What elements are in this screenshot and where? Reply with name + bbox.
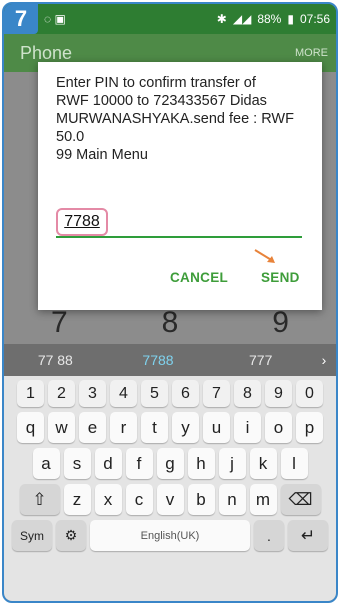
key-p[interactable]: p	[296, 412, 323, 443]
shift-icon[interactable]: ⇧	[19, 484, 60, 515]
key-8[interactable]: 8	[234, 380, 261, 407]
key-1[interactable]: 1	[17, 380, 44, 407]
key-7[interactable]: 7	[203, 380, 230, 407]
cancel-button[interactable]: CANCEL	[170, 270, 228, 285]
key-z[interactable]: z	[63, 484, 91, 515]
enter-icon[interactable]: ↵	[288, 520, 328, 551]
sym-key[interactable]: Sym	[12, 520, 52, 551]
letter-row-1: q w e r t y u i o p	[7, 412, 333, 443]
clock: 07:56	[299, 12, 330, 26]
input-underline	[56, 236, 302, 238]
key-t[interactable]: t	[141, 412, 168, 443]
key-q[interactable]: q	[17, 412, 44, 443]
step-number-badge: 7	[4, 4, 38, 34]
send-button[interactable]: SEND	[261, 270, 300, 285]
suggestion-bar: 77 88 7788 777 ›	[4, 344, 336, 376]
bottom-row: Sym ⚙ English(UK) . ↵	[7, 520, 333, 551]
suggestion-item[interactable]: 77 88	[4, 352, 107, 368]
phone-screen: ◌ ▣ ✱ ◢◢ 88% ▮ 07:56 7 Phone MORE 7 8 9 …	[2, 2, 338, 603]
key-a[interactable]: a	[32, 448, 60, 479]
key-o[interactable]: o	[265, 412, 292, 443]
key-f[interactable]: f	[125, 448, 153, 479]
key-j[interactable]: j	[218, 448, 246, 479]
letter-row-2: a s d f g h j k l	[7, 448, 333, 479]
key-c[interactable]: c	[125, 484, 153, 515]
settings-gear-icon[interactable]: ⚙	[56, 520, 86, 551]
dialog-message: Enter PIN to confirm transfer of RWF 100…	[56, 75, 294, 163]
key-v[interactable]: v	[156, 484, 184, 515]
number-row: 1 2 3 4 5 6 7 8 9 0	[7, 380, 333, 407]
letter-row-3: ⇧ z x c v b n m ⌫	[7, 484, 333, 515]
suggestion-item[interactable]: 7788	[107, 352, 210, 368]
dialer-digit[interactable]: 7	[51, 306, 68, 340]
battery-text: 88%	[257, 12, 282, 26]
dialer-digit[interactable]: 8	[162, 306, 179, 340]
key-e[interactable]: e	[79, 412, 106, 443]
key-g[interactable]: g	[156, 448, 184, 479]
key-m[interactable]: m	[249, 484, 277, 515]
pin-input[interactable]: 7788	[56, 208, 108, 236]
key-r[interactable]: r	[110, 412, 137, 443]
dialer-digit[interactable]: 9	[272, 306, 289, 340]
key-w[interactable]: w	[48, 412, 75, 443]
key-s[interactable]: s	[63, 448, 91, 479]
dialer-digits: 7 8 9	[4, 306, 336, 340]
key-n[interactable]: n	[218, 484, 246, 515]
arrow-pointer-icon	[254, 249, 275, 263]
bluetooth-icon: ✱	[216, 12, 227, 26]
key-4[interactable]: 4	[110, 380, 137, 407]
key-0[interactable]: 0	[296, 380, 323, 407]
chevron-right-icon[interactable]: ›	[312, 352, 336, 368]
key-k[interactable]: k	[249, 448, 277, 479]
space-bar[interactable]: English(UK)	[90, 520, 250, 551]
key-u[interactable]: u	[203, 412, 230, 443]
key-i[interactable]: i	[234, 412, 261, 443]
period-key[interactable]: .	[254, 520, 284, 551]
backspace-icon[interactable]: ⌫	[280, 484, 321, 515]
app-title: Phone	[20, 43, 73, 63]
battery-icon: ▮	[287, 12, 294, 26]
key-h[interactable]: h	[187, 448, 215, 479]
key-6[interactable]: 6	[172, 380, 199, 407]
keyboard: 1 2 3 4 5 6 7 8 9 0 q w e r t y u i o p …	[4, 376, 336, 601]
key-x[interactable]: x	[94, 484, 122, 515]
key-l[interactable]: l	[280, 448, 308, 479]
suggestion-item[interactable]: 777	[209, 352, 312, 368]
key-2[interactable]: 2	[48, 380, 75, 407]
key-3[interactable]: 3	[79, 380, 106, 407]
signal-icon: ◢◢	[232, 12, 252, 26]
ussd-dialog: Enter PIN to confirm transfer of RWF 100…	[38, 62, 322, 310]
key-9[interactable]: 9	[265, 380, 292, 407]
key-b[interactable]: b	[187, 484, 215, 515]
key-d[interactable]: d	[94, 448, 122, 479]
key-5[interactable]: 5	[141, 380, 168, 407]
key-y[interactable]: y	[172, 412, 199, 443]
status-bar: ◌ ▣ ✱ ◢◢ 88% ▮ 07:56	[4, 4, 336, 34]
notification-icons: ◌ ▣	[44, 12, 66, 26]
